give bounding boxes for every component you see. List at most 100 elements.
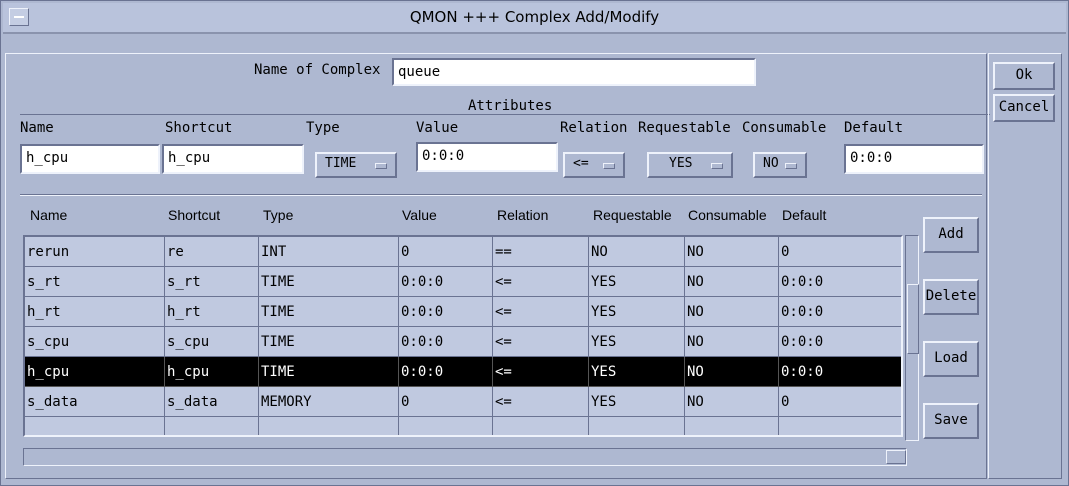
attr-requestable-select[interactable]: YES xyxy=(647,152,733,178)
table-cell[interactable]: NO xyxy=(685,297,779,327)
table-row[interactable]: h_rt h_rt TIME 0:0:0 <= YES NO 0:0:0 xyxy=(25,297,901,327)
table-cell[interactable]: == xyxy=(493,237,589,267)
table-cell[interactable]: <= xyxy=(493,357,589,387)
table-cell[interactable] xyxy=(399,417,493,435)
col-header-value: Value xyxy=(402,207,437,223)
table-cell[interactable]: NO xyxy=(589,237,685,267)
table-cell[interactable]: 0:0:0 xyxy=(399,357,493,387)
table-cell[interactable]: re xyxy=(165,237,259,267)
table-horizontal-scrollbar[interactable] xyxy=(23,448,907,466)
table-vertical-scrollbar[interactable] xyxy=(905,235,919,441)
table-cell[interactable] xyxy=(25,417,165,435)
attr-name-input[interactable]: h_cpu xyxy=(20,144,160,174)
table-row-selected[interactable]: h_cpu h_cpu TIME 0:0:0 <= YES NO 0:0:0 xyxy=(25,357,901,387)
complex-attributes-table: rerun re INT 0 == NO NO 0 s_rt s_rt TIME… xyxy=(23,235,903,437)
table-cell[interactable]: 0 xyxy=(779,237,901,267)
table-cell[interactable]: <= xyxy=(493,387,589,417)
attr-default-input[interactable]: 0:0:0 xyxy=(844,144,984,174)
table-cell[interactable]: h_rt xyxy=(25,297,165,327)
table-cell[interactable]: s_rt xyxy=(165,267,259,297)
table-cell[interactable] xyxy=(589,417,685,435)
table-row[interactable]: s_rt s_rt TIME 0:0:0 <= YES NO 0:0:0 xyxy=(25,267,901,297)
table-cell[interactable]: NO xyxy=(685,267,779,297)
table-cell[interactable]: NO xyxy=(685,237,779,267)
window-title: QMON +++ Complex Add/Modify xyxy=(409,8,660,26)
attr-relation-select[interactable]: <= xyxy=(563,152,625,178)
delete-button[interactable]: Delete xyxy=(923,279,979,315)
horizontal-scroll-thumb[interactable] xyxy=(886,450,906,464)
table-cell[interactable]: s_cpu xyxy=(165,327,259,357)
table-cell[interactable]: h_cpu xyxy=(165,357,259,387)
table-cell[interactable]: 0:0:0 xyxy=(779,327,901,357)
attr-value-label: Value xyxy=(416,120,459,136)
table-cell[interactable]: TIME xyxy=(259,327,399,357)
table-cell[interactable]: s_data xyxy=(25,387,165,417)
table-cell[interactable]: NO xyxy=(685,327,779,357)
table-cell[interactable]: 0:0:0 xyxy=(399,267,493,297)
table-cell[interactable]: 0 xyxy=(779,387,901,417)
add-button[interactable]: Add xyxy=(923,217,979,253)
attributes-group-title: Attributes xyxy=(464,98,557,114)
ok-button[interactable]: Ok xyxy=(993,62,1055,90)
attr-type-value: TIME xyxy=(325,156,357,171)
attr-relation-label: Relation xyxy=(560,120,628,136)
table-cell[interactable]: INT xyxy=(259,237,399,267)
attr-type-select[interactable]: TIME xyxy=(315,152,397,178)
table-cell[interactable]: TIME xyxy=(259,297,399,327)
col-header-default: Default xyxy=(782,207,827,223)
table-cell[interactable]: NO xyxy=(685,387,779,417)
table-cell[interactable]: rerun xyxy=(25,237,165,267)
table-cell[interactable]: 0:0:0 xyxy=(779,297,901,327)
table-cell[interactable]: s_rt xyxy=(25,267,165,297)
table-cell[interactable]: TIME xyxy=(259,267,399,297)
table-cell[interactable] xyxy=(779,417,901,435)
dialog-button-panel: Ok Cancel xyxy=(988,53,1062,479)
attr-shortcut-input[interactable]: h_cpu xyxy=(162,144,304,174)
option-menu-indicator-icon xyxy=(785,163,797,169)
complex-name-input[interactable]: queue xyxy=(392,58,756,86)
attr-value-input[interactable]: 0:0:0 xyxy=(416,142,558,172)
table-cell[interactable]: h_rt xyxy=(165,297,259,327)
option-menu-indicator-icon xyxy=(603,163,615,169)
table-cell[interactable]: 0 xyxy=(399,387,493,417)
table-cell[interactable] xyxy=(493,417,589,435)
table-cell[interactable]: 0:0:0 xyxy=(399,327,493,357)
cancel-button[interactable]: Cancel xyxy=(993,94,1055,122)
table-cell[interactable] xyxy=(165,417,259,435)
table-cell[interactable] xyxy=(259,417,399,435)
table-cell[interactable]: <= xyxy=(493,327,589,357)
table-row[interactable]: s_data s_data MEMORY 0 <= YES NO 0 xyxy=(25,387,901,417)
table-cell[interactable]: NO xyxy=(685,357,779,387)
vertical-scroll-thumb[interactable] xyxy=(907,284,919,354)
save-button[interactable]: Save xyxy=(923,403,979,439)
table-cell[interactable]: h_cpu xyxy=(25,357,165,387)
attributes-divider xyxy=(20,194,982,196)
table-cell[interactable]: s_data xyxy=(165,387,259,417)
load-button[interactable]: Load xyxy=(923,341,979,377)
table-row[interactable]: rerun re INT 0 == NO NO 0 xyxy=(25,237,901,267)
col-header-shortcut: Shortcut xyxy=(168,207,221,223)
table-cell[interactable] xyxy=(685,417,779,435)
table-cell[interactable]: s_cpu xyxy=(25,327,165,357)
table-cell[interactable]: MEMORY xyxy=(259,387,399,417)
attr-requestable-value: YES xyxy=(669,156,693,171)
attr-consumable-select[interactable]: NO xyxy=(753,152,807,178)
table-cell[interactable]: YES xyxy=(589,327,685,357)
table-cell[interactable]: YES xyxy=(589,387,685,417)
table-cell[interactable]: YES xyxy=(589,297,685,327)
attr-default-label: Default xyxy=(844,120,904,136)
table-cell[interactable]: TIME xyxy=(259,357,399,387)
table-cell[interactable]: YES xyxy=(589,357,685,387)
title-bar[interactable]: QMON +++ Complex Add/Modify xyxy=(3,3,1066,34)
table-cell[interactable]: 0:0:0 xyxy=(399,297,493,327)
table-row-partial[interactable] xyxy=(25,417,901,435)
table-cell[interactable]: 0:0:0 xyxy=(779,267,901,297)
table-cell[interactable]: 0 xyxy=(399,237,493,267)
col-header-relation: Relation xyxy=(497,207,549,223)
table-cell[interactable]: <= xyxy=(493,267,589,297)
table-cell[interactable]: <= xyxy=(493,297,589,327)
table-cell[interactable]: 0:0:0 xyxy=(779,357,901,387)
table-cell[interactable]: YES xyxy=(589,267,685,297)
table-row[interactable]: s_cpu s_cpu TIME 0:0:0 <= YES NO 0:0:0 xyxy=(25,327,901,357)
attr-consumable-label: Consumable xyxy=(742,120,827,136)
